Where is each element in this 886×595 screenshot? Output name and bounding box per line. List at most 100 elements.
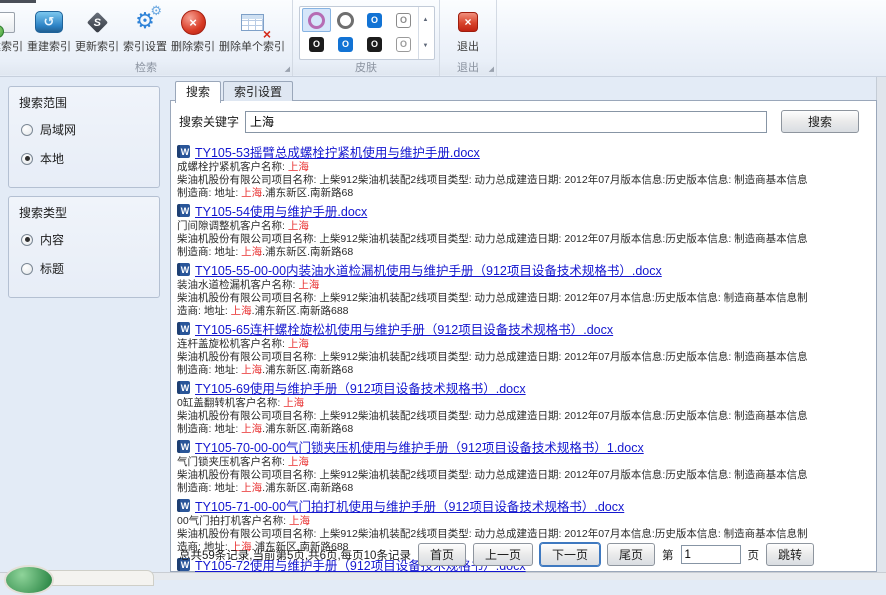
result-snippet-line: 柴油机股份有限公司项目名称: 上柴912柴油机装配2线项目类型: 动力总成建造日… bbox=[177, 233, 870, 246]
result-snippet-line: 连杆盖旋松机客户名称: 上海 bbox=[177, 338, 870, 351]
radio-label: 本地 bbox=[40, 150, 64, 167]
next-page-button[interactable]: 下一页 bbox=[540, 543, 600, 566]
pagination-status: 总共59条记录,当前第5页,共6页,每页10条记录 bbox=[179, 547, 411, 563]
result-title-row: WTY105-65连杆螺栓旋松机使用与维护手册（912项目设备技术规格书）.do… bbox=[177, 321, 870, 336]
gallery-scroll-up-icon[interactable]: ▲ bbox=[423, 16, 429, 24]
delete-single-index-button[interactable]: × 删除单个索引 bbox=[217, 3, 287, 62]
radio-icon[interactable] bbox=[21, 263, 33, 275]
skin-black-clock[interactable]: O bbox=[302, 32, 331, 56]
result-title-link[interactable]: TY105-55-00-00内装油水道检漏机使用与维护手册（912项目设备技术规… bbox=[195, 260, 662, 279]
result-snippet-line: 柴油机股份有限公司项目名称: 上柴912柴油机装配2线项目类型: 动力总成建造日… bbox=[177, 528, 870, 541]
result-title-link[interactable]: TY105-69使用与维护手册（912项目设备技术规格书）.docx bbox=[195, 378, 526, 397]
result-snippet-line: 制造商: 地址: 上海.浦东新区.南新路68 bbox=[177, 246, 870, 259]
group-exit-label: 退出 bbox=[440, 61, 496, 75]
search-button[interactable]: 搜索 bbox=[781, 110, 859, 133]
rebuild-index-button[interactable]: ↺ 重建索引 bbox=[25, 3, 73, 62]
search-type-groupbox: 搜索类型 内容标题 bbox=[8, 196, 160, 298]
skin-blue[interactable]: O bbox=[331, 32, 360, 56]
skin-gray-ring-icon bbox=[337, 12, 354, 29]
tab-index-settings[interactable]: 索引设置 bbox=[223, 81, 293, 101]
index-settings-label: 索引设置 bbox=[123, 41, 167, 53]
word-doc-icon: W bbox=[177, 145, 190, 158]
exit-button-label: 退出 bbox=[457, 41, 479, 53]
result-snippet-line: 制造商: 地址: 上海.浦东新区.南新路68 bbox=[177, 187, 870, 200]
result-snippet-line: 制造商: 地址: 上海.浦东新区.南新路68 bbox=[177, 423, 870, 436]
search-options-sidebar: 搜索范围 局域网本地 搜索类型 内容标题 bbox=[8, 86, 160, 306]
result-snippet-line: 成螺栓拧紧机客户名称: 上海 bbox=[177, 161, 870, 174]
tab-search[interactable]: 搜索 bbox=[175, 81, 221, 103]
ribbon: + 建索引 ↺ 重建索引 S 更新索引 ⚙⚙ 索引设置 × 删除索引 × 删除单… bbox=[0, 0, 886, 77]
ribbon-group-exit: × 退出 退出 ◢ bbox=[440, 0, 497, 76]
tab-strip: 搜索 索引设置 bbox=[175, 81, 293, 101]
index-settings-button[interactable]: ⚙⚙ 索引设置 bbox=[121, 3, 169, 62]
skin-gray-ring[interactable] bbox=[331, 8, 360, 32]
prev-page-button[interactable]: 上一页 bbox=[473, 543, 533, 566]
radio-option-title[interactable]: 标题 bbox=[9, 260, 159, 289]
skin-white-clock-icon: O bbox=[396, 13, 411, 28]
skin-purple-ring[interactable] bbox=[302, 8, 331, 32]
search-bar: 搜索关键字 搜索 bbox=[171, 101, 876, 137]
last-page-button[interactable]: 尾页 bbox=[607, 543, 655, 566]
rebuild-index-icon: ↺ bbox=[33, 6, 65, 38]
create-index-button[interactable]: + 建索引 bbox=[0, 3, 25, 62]
result-title-link[interactable]: TY105-53摇臂总成螺栓拧紧机使用与维护手册.docx bbox=[195, 142, 480, 161]
radio-icon[interactable] bbox=[21, 234, 33, 246]
create-index-icon: + bbox=[0, 6, 23, 38]
radio-icon[interactable] bbox=[21, 124, 33, 136]
radio-option-local[interactable]: 本地 bbox=[9, 150, 159, 179]
word-doc-icon: W bbox=[177, 204, 190, 217]
update-index-icon: S bbox=[81, 6, 113, 38]
result-title-link[interactable]: TY105-54使用与维护手册.docx bbox=[195, 201, 367, 220]
result-snippet-line: 造商: 地址: 上海.浦东新区.南新路688 bbox=[177, 305, 870, 318]
radio-label: 局域网 bbox=[40, 121, 76, 138]
skin-gray[interactable]: O bbox=[389, 32, 418, 56]
radio-label: 内容 bbox=[40, 231, 64, 248]
update-index-button[interactable]: S 更新索引 bbox=[73, 3, 121, 62]
search-result: WTY105-65连杆螺栓旋松机使用与维护手册（912项目设备技术规格书）.do… bbox=[177, 321, 870, 377]
result-title-row: WTY105-69使用与维护手册（912项目设备技术规格书）.docx bbox=[177, 380, 870, 395]
first-page-button[interactable]: 首页 bbox=[418, 543, 466, 566]
jump-button[interactable]: 跳转 bbox=[766, 543, 814, 566]
search-result: W TY105-54使用与维护手册.docx门间隙调整机客户名称: 上海柴油机股份… bbox=[177, 203, 870, 259]
dialog-launcher-icon[interactable]: ◢ bbox=[285, 66, 290, 73]
delete-index-label: 删除索引 bbox=[171, 41, 215, 53]
search-keyword-input[interactable] bbox=[245, 111, 767, 133]
background-green-orb bbox=[4, 565, 54, 595]
skin-blue-icon: O bbox=[338, 37, 353, 52]
page-suffix-label: 页 bbox=[748, 547, 760, 563]
skin-blue-clock[interactable]: O bbox=[360, 8, 389, 32]
delete-index-button[interactable]: × 删除索引 bbox=[169, 3, 217, 62]
result-snippet-line: 0缸盖翻转机客户名称: 上海 bbox=[177, 397, 870, 410]
result-title-row: W TY105-53摇臂总成螺栓拧紧机使用与维护手册.docx bbox=[177, 144, 870, 159]
skin-black-icon: O bbox=[367, 37, 382, 52]
result-snippet-line: 柴油机股份有限公司项目名称: 上柴912柴油机装配2线项目类型: 动力总成建造日… bbox=[177, 351, 870, 364]
radio-icon[interactable] bbox=[21, 153, 33, 165]
result-snippet-line: 门间隙调整机客户名称: 上海 bbox=[177, 220, 870, 233]
exit-icon: × bbox=[452, 6, 484, 38]
word-doc-icon: W bbox=[177, 440, 190, 453]
gallery-scroll-down-icon[interactable]: ▼ bbox=[423, 42, 429, 50]
radio-option-content[interactable]: 内容 bbox=[9, 231, 159, 260]
result-title-link[interactable]: TY105-71-00-00气门拍打机使用与维护手册（912项目设备技术规格书）… bbox=[195, 496, 624, 515]
search-scope-title: 搜索范围 bbox=[9, 87, 159, 121]
result-snippet-line: 柴油机股份有限公司项目名称: 上柴912柴油机装配2线项目类型: 动力总成建造日… bbox=[177, 410, 870, 423]
search-type-title: 搜索类型 bbox=[9, 197, 159, 231]
result-snippet-line: 柴油机股份有限公司项目名称: 上柴912柴油机装配2线项目类型: 动力总成建造日… bbox=[177, 174, 870, 187]
skin-blue-clock-icon: O bbox=[367, 13, 382, 28]
delete-single-index-icon: × bbox=[236, 6, 268, 38]
result-title-row: WTY105-55-00-00内装油水道检漏机使用与维护手册（912项目设备技术… bbox=[177, 262, 870, 277]
keyword-label: 搜索关键字 bbox=[179, 113, 239, 130]
search-panel: 搜索关键字 搜索 W TY105-53摇臂总成螺栓拧紧机使用与维护手册.docx成… bbox=[170, 100, 877, 572]
dialog-launcher-icon[interactable]: ◢ bbox=[489, 66, 494, 73]
search-type-options: 内容标题 bbox=[9, 231, 159, 289]
result-title-link[interactable]: TY105-70-00-00气门锁夹压机使用与维护手册（912项目设备技术规格书… bbox=[195, 437, 644, 456]
skin-black[interactable]: O bbox=[360, 32, 389, 56]
ribbon-group-search: + 建索引 ↺ 重建索引 S 更新索引 ⚙⚙ 索引设置 × 删除索引 × 删除单… bbox=[0, 0, 293, 76]
radio-option-lan[interactable]: 局域网 bbox=[9, 121, 159, 150]
exit-button[interactable]: × 退出 bbox=[450, 3, 486, 62]
result-snippet-line: 柴油机股份有限公司项目名称: 上柴912柴油机装配2线项目类型: 动力总成建造日… bbox=[177, 292, 870, 305]
group-skin-label: 皮肤 bbox=[293, 61, 439, 75]
skin-white-clock[interactable]: O bbox=[389, 8, 418, 32]
result-title-link[interactable]: TY105-65连杆螺栓旋松机使用与维护手册（912项目设备技术规格书）.doc… bbox=[195, 319, 613, 338]
page-number-input[interactable] bbox=[681, 545, 741, 564]
